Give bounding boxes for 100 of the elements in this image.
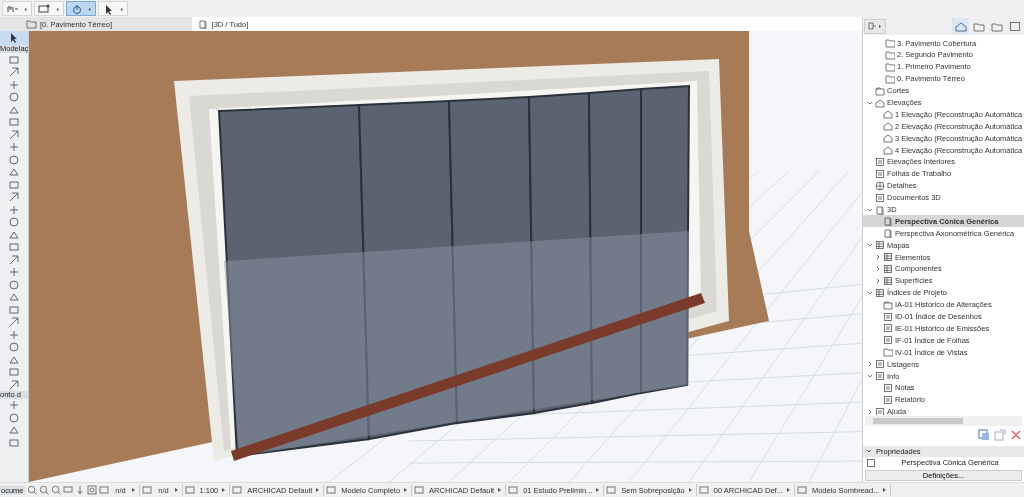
tool-icon	[8, 203, 20, 216]
folder-icon	[990, 20, 1003, 32]
table-icon	[883, 252, 893, 263]
dropdown-arrow-icon	[882, 487, 888, 494]
collapse-chevron-icon	[867, 373, 873, 379]
tool-icon	[8, 153, 20, 166]
navigator-menu-button[interactable]	[864, 18, 886, 34]
frame-icon	[232, 485, 243, 496]
tool-icon	[8, 216, 20, 229]
collapse-chevron-icon	[866, 448, 872, 455]
zoom-in-icon	[38, 485, 49, 496]
tool-icon	[867, 21, 883, 32]
sheet-icon	[883, 382, 893, 393]
folder-icon	[885, 73, 895, 84]
frame-icon	[796, 485, 807, 496]
house-icon	[883, 109, 893, 120]
house-icon	[883, 145, 893, 156]
expand-chevron-icon	[867, 408, 873, 415]
table-icon	[875, 240, 885, 251]
view-icon	[62, 485, 73, 496]
tool-icon	[8, 91, 20, 104]
box-icon	[197, 19, 209, 30]
folder-icon	[885, 38, 895, 49]
tool-icon	[8, 78, 20, 91]
frame-icon	[184, 485, 195, 496]
house-icon	[883, 121, 893, 132]
sheet-icon	[883, 323, 893, 334]
fit-icon	[86, 485, 97, 496]
tool-icon	[8, 178, 20, 191]
frame-icon	[508, 485, 519, 496]
tool-icon	[8, 316, 20, 329]
tool-icon	[8, 378, 20, 391]
sheet-icon	[875, 168, 885, 179]
toolbar-button[interactable]	[98, 1, 128, 17]
dropdown-arrow-icon	[130, 487, 136, 494]
clone-icon	[994, 429, 1006, 442]
tool-icon	[8, 328, 20, 341]
table-icon	[883, 264, 893, 274]
tool-icon	[8, 424, 20, 437]
folder-icon	[875, 85, 885, 96]
dropdown-arrow-icon	[595, 487, 601, 494]
box-icon	[875, 204, 885, 215]
tool-icon	[8, 291, 20, 304]
house-icon	[954, 20, 967, 32]
tool-icon	[8, 253, 20, 266]
tool-icon	[8, 436, 20, 449]
delete-icon	[1010, 429, 1022, 442]
folder-icon	[883, 299, 893, 310]
dropdown-arrow-icon	[315, 487, 321, 494]
sheet-icon	[883, 394, 893, 405]
tool-icon	[8, 141, 20, 154]
expand-chevron-icon	[867, 361, 873, 368]
house-icon	[883, 133, 893, 144]
tool-icon	[8, 399, 20, 412]
arrow-tool-icon	[8, 32, 20, 45]
folder-icon	[885, 61, 895, 72]
tool-icon	[8, 53, 20, 66]
tool-icon	[8, 411, 20, 424]
table-icon	[875, 287, 885, 298]
sheet-icon	[875, 406, 885, 416]
frame-icon	[698, 485, 709, 496]
view-icon	[866, 457, 876, 468]
frame-icon	[141, 485, 152, 496]
tool-icon	[8, 116, 20, 129]
tool-icon	[8, 66, 20, 79]
sheet-icon	[883, 335, 893, 346]
new-view-icon	[978, 429, 990, 442]
sheet-icon	[875, 371, 885, 381]
folder-icon	[883, 347, 893, 358]
tool-icon	[8, 191, 20, 204]
horizontal-scrollbar[interactable]	[865, 416, 1022, 427]
zoom-icon	[50, 485, 61, 496]
tool-icon	[8, 128, 20, 141]
house-icon	[875, 97, 885, 108]
sheet-icon	[1008, 20, 1021, 32]
collapse-chevron-icon	[867, 242, 873, 249]
tool-icon	[8, 241, 20, 254]
dropdown-arrow-icon	[221, 487, 227, 494]
tool-icon	[8, 366, 20, 379]
collapse-chevron-icon	[867, 206, 873, 213]
folder-icon	[26, 19, 37, 30]
box-icon	[883, 228, 893, 239]
frame-icon	[98, 485, 109, 496]
dropdown-arrow-icon	[497, 487, 503, 494]
tool-icon	[8, 341, 20, 354]
collapse-chevron-icon	[867, 289, 873, 296]
dropdown-arrow-icon	[687, 487, 693, 494]
scroll-thumb[interactable]	[873, 418, 963, 425]
dropdown-arrow-icon	[403, 487, 409, 494]
sheet-icon	[875, 192, 885, 203]
dropdown-arrow-icon	[173, 487, 179, 494]
folder-icon	[885, 49, 895, 60]
globe-icon	[875, 180, 885, 191]
frame-icon	[326, 485, 337, 496]
frame-icon	[414, 485, 425, 496]
frame-icon	[606, 485, 617, 496]
navigator-mode-button[interactable]	[952, 18, 969, 35]
tool-icon	[8, 303, 20, 316]
tool-icon	[8, 166, 20, 179]
zoom-out-icon	[26, 485, 37, 496]
